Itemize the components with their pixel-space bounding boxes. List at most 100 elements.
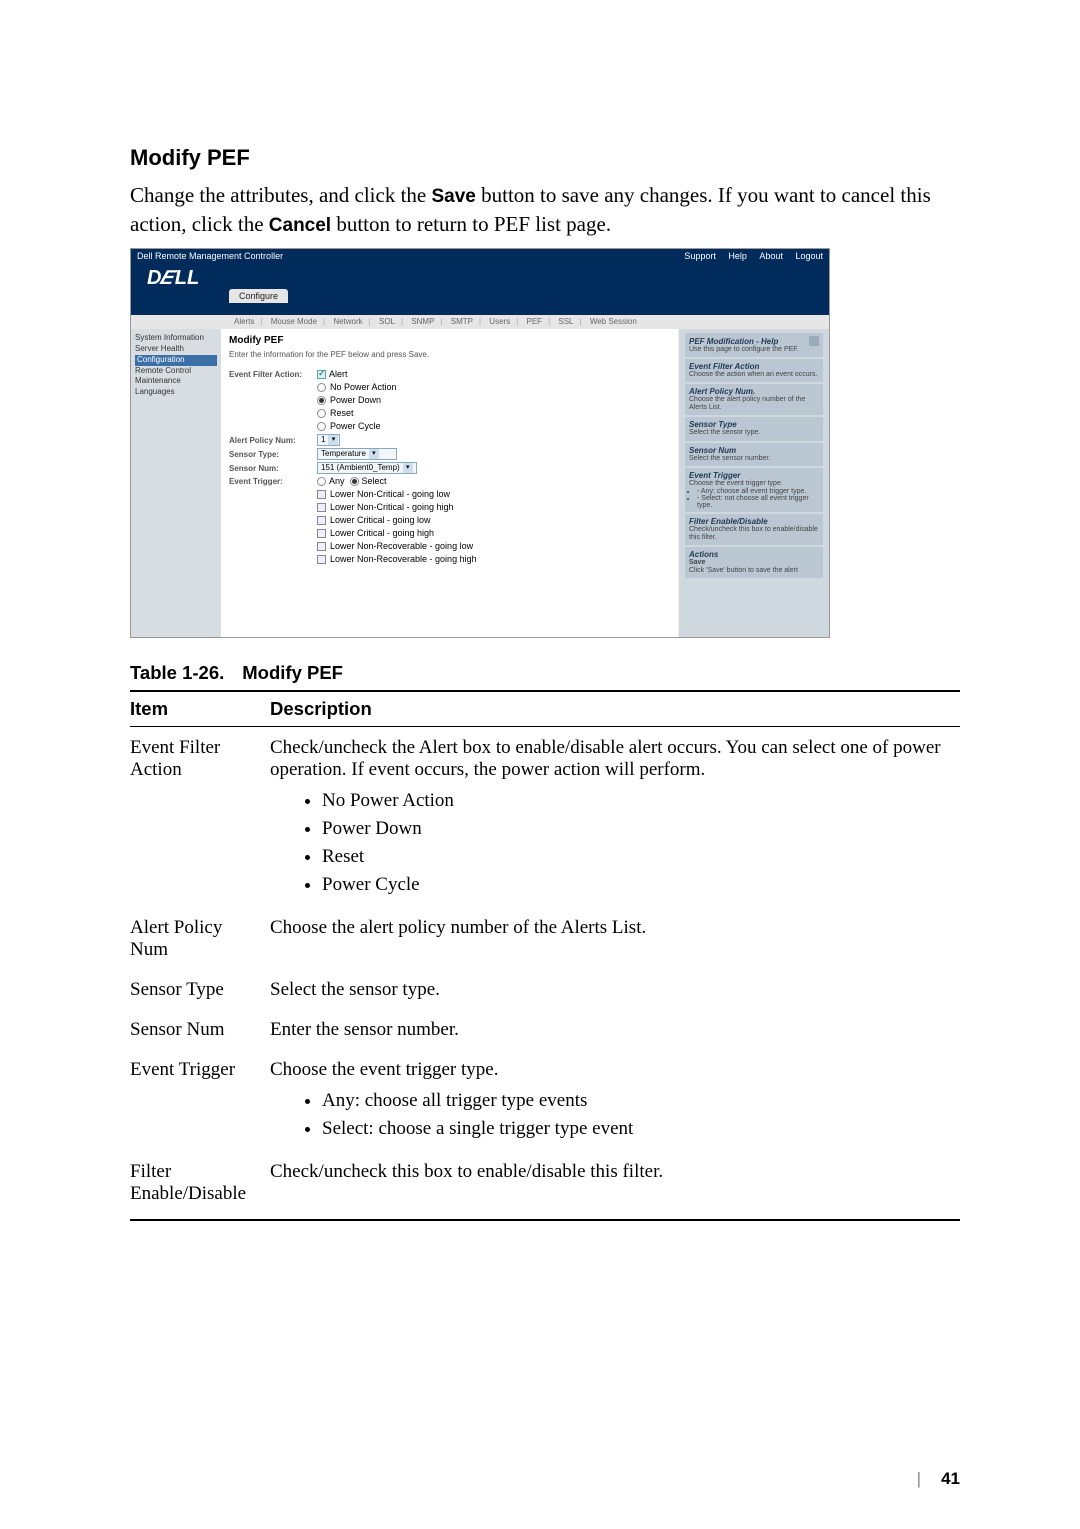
table-caption: Table 1-26.Modify PEF: [130, 662, 960, 684]
help-sec-title: Event Filter Action: [689, 362, 819, 371]
help-collapse-icon[interactable]: [809, 336, 819, 346]
help-sec-body: Choose the event trigger type.: [689, 480, 819, 488]
help-sec-title: Event Trigger: [689, 471, 819, 480]
bullet: Select: choose a single trigger type eve…: [322, 1115, 954, 1143]
chk-et-opt[interactable]: [317, 555, 326, 564]
bullet: Any: choose all trigger type events: [322, 1087, 954, 1115]
nav-item-active[interactable]: Configuration: [135, 355, 217, 366]
help-panel: PEF Modification - Help Use this page to…: [679, 329, 829, 637]
chk-et-opt[interactable]: [317, 503, 326, 512]
label-event-trigger: Event Trigger:: [229, 477, 317, 486]
nav-item[interactable]: Remote Control: [135, 366, 217, 377]
opt-label: Any: [329, 476, 345, 486]
subtab-snmp[interactable]: SNMP: [408, 317, 437, 326]
opt-label: Lower Non-Critical - going high: [330, 502, 454, 512]
radio-et-any[interactable]: [317, 477, 326, 486]
tab-configure[interactable]: Configure: [229, 289, 288, 303]
subtab-network[interactable]: Network: [330, 317, 365, 326]
save-word: Save: [432, 186, 476, 207]
bullet: Reset: [322, 843, 954, 871]
th-description: Description: [270, 691, 960, 727]
help-sec-title: Actions: [689, 550, 819, 559]
cell-desc: Enter the sensor number.: [270, 1009, 960, 1049]
opt-label: Reset: [330, 408, 354, 418]
table-modify-pef: Item Description Event Filter Action Che…: [130, 690, 960, 1221]
select-alert-policy-num[interactable]: 1▾: [317, 434, 340, 446]
radio-no-power[interactable]: [317, 383, 326, 392]
chk-et-opt[interactable]: [317, 490, 326, 499]
screenshot-title: Dell Remote Management Controller: [137, 249, 283, 263]
help-sec-body: Select the sensor type.: [689, 429, 819, 437]
page-number-value: 41: [941, 1469, 960, 1488]
brand-logo: DELL: [147, 267, 199, 290]
opt-label: Power Down: [330, 395, 381, 405]
select-sensor-num[interactable]: 151 (Ambient0_Temp)▾: [317, 462, 417, 474]
chk-et-opt[interactable]: [317, 529, 326, 538]
chk-et-opt[interactable]: [317, 516, 326, 525]
checkbox-alert[interactable]: [317, 370, 326, 379]
label-sensor-type: Sensor Type:: [229, 450, 317, 459]
help-bullet: - Any: choose all event trigger type.: [697, 488, 819, 495]
subtab-mousemode[interactable]: Mouse Mode: [268, 317, 320, 326]
intro-text: Change the attributes, and click the Sav…: [130, 181, 960, 238]
link-support[interactable]: Support: [684, 251, 716, 261]
help-title: PEF Modification - Help: [689, 337, 778, 346]
chevron-down-icon: ▾: [369, 449, 379, 459]
table-row: Alert Policy Num Choose the alert policy…: [130, 907, 960, 969]
radio-power-cycle[interactable]: [317, 422, 326, 431]
help-sec-body: Choose the action when an event occurs.: [689, 371, 819, 379]
opt-label: Select: [362, 476, 387, 486]
cell-item: Alert Policy Num: [130, 907, 270, 969]
cell-desc: Check/uncheck this box to enable/disable…: [270, 1151, 960, 1220]
subtab-smtp[interactable]: SMTP: [448, 317, 476, 326]
intro-part: Change the attributes, and click the: [130, 183, 432, 207]
help-save-label: Save: [689, 559, 705, 566]
link-logout[interactable]: Logout: [795, 251, 823, 261]
link-help[interactable]: Help: [728, 251, 747, 261]
opt-label: Lower Non-Critical - going low: [330, 489, 450, 499]
cell-item: Sensor Num: [130, 1009, 270, 1049]
subtab-pef[interactable]: PEF: [524, 317, 546, 326]
bullet: Power Down: [322, 815, 954, 843]
nav-item[interactable]: Maintenance: [135, 376, 217, 387]
label-efa: Event Filter Action:: [229, 370, 317, 379]
select-value: Temperature: [321, 448, 366, 460]
subtab-sol[interactable]: SOL: [376, 317, 398, 326]
radio-et-select[interactable]: [350, 477, 359, 486]
nav-item[interactable]: Languages: [135, 387, 217, 398]
radio-reset[interactable]: [317, 409, 326, 418]
select-sensor-type[interactable]: Temperature▾: [317, 448, 397, 460]
table-row: Event Filter Action Check/uncheck the Al…: [130, 727, 960, 908]
help-subtitle: Use this page to configure the PEF.: [689, 346, 819, 354]
cell-desc: Choose the alert policy number of the Al…: [270, 907, 960, 969]
label-apn: Alert Policy Num:: [229, 436, 317, 445]
opt-label: Lower Critical - going high: [330, 528, 434, 538]
nav-item[interactable]: Server Health: [135, 344, 217, 355]
help-sec-body: Select the sensor number.: [689, 455, 819, 463]
bullet: Power Cycle: [322, 871, 954, 899]
help-sec-title: Sensor Num: [689, 446, 819, 455]
chk-et-opt[interactable]: [317, 542, 326, 551]
table-title: Modify PEF: [242, 662, 343, 683]
help-sec-title: Filter Enable/Disable: [689, 517, 819, 526]
cell-desc: Check/uncheck the Alert box to enable/di…: [270, 737, 941, 780]
chevron-down-icon: ▾: [403, 463, 413, 473]
subtab-ssl[interactable]: SSL: [555, 317, 576, 326]
nav-item[interactable]: System Information: [135, 333, 217, 344]
help-sec-body: Check/uncheck this box to enable/disable…: [689, 526, 819, 542]
subtab-websession[interactable]: Web Session: [587, 317, 640, 326]
select-value: 151 (Ambient0_Temp): [321, 462, 400, 474]
intro-part: button to return to PEF list page.: [331, 212, 611, 236]
checkbox-alert-label: Alert: [329, 369, 348, 379]
subtab-users[interactable]: Users: [486, 317, 513, 326]
opt-label: Lower Non-Recoverable - going low: [330, 541, 473, 551]
link-about[interactable]: About: [759, 251, 783, 261]
radio-power-down[interactable]: [317, 396, 326, 405]
section-heading: Modify PEF: [130, 145, 960, 171]
subtab-alerts[interactable]: Alerts: [231, 317, 257, 326]
cancel-word: Cancel: [269, 215, 331, 236]
table-row: Sensor Type Select the sensor type.: [130, 969, 960, 1009]
side-nav: System Information Server Health Configu…: [131, 329, 221, 637]
screenshot-modify-pef: Dell Remote Management Controller Suppor…: [130, 248, 830, 638]
cell-desc: Select the sensor type.: [270, 969, 960, 1009]
